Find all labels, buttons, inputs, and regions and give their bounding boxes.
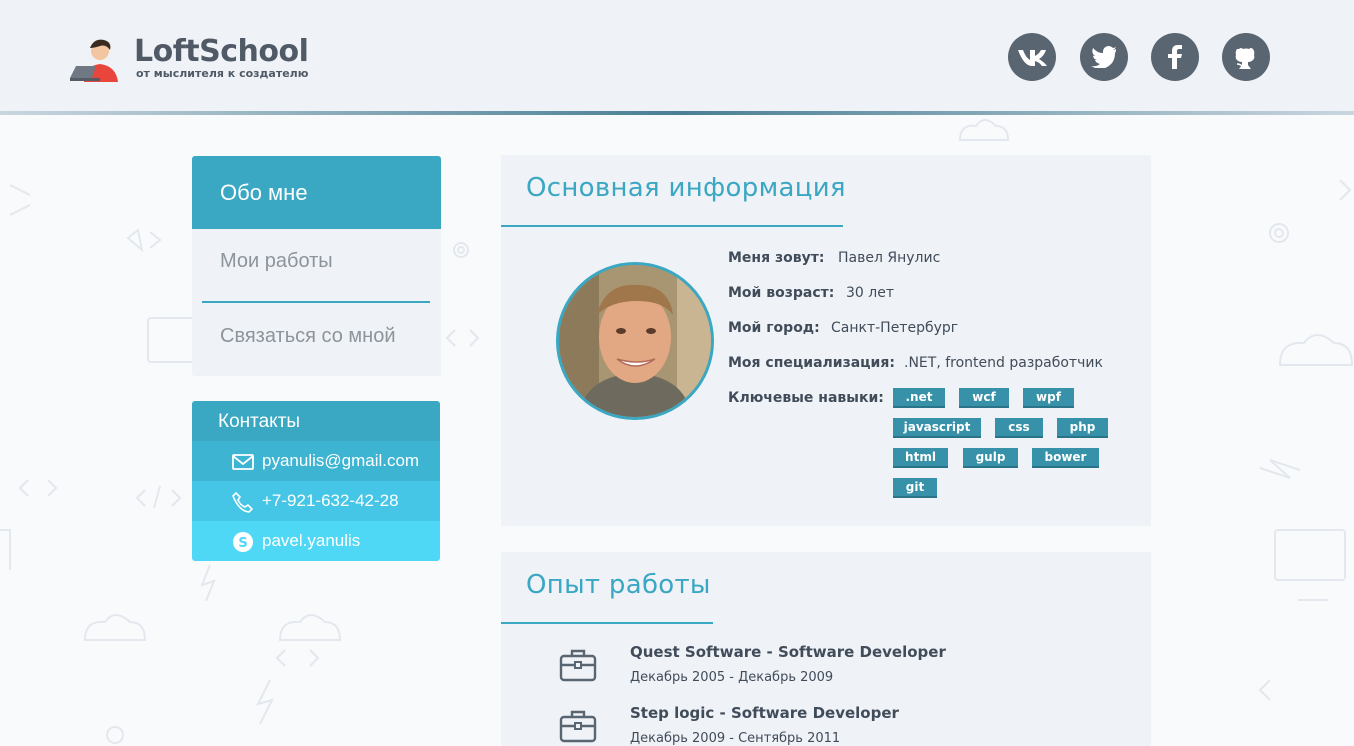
- job-dates: Декабрь 2005 - Декабрь 2009: [630, 670, 834, 685]
- specialization-value: .NET, frontend разработчик: [904, 355, 1103, 371]
- mail-icon: [232, 454, 254, 470]
- github-icon: [1235, 48, 1255, 69]
- job-dates: Декабрь 2009 - Сентябрь 2011: [630, 731, 841, 746]
- experience-title: Опыт работы: [526, 570, 711, 600]
- skill-tag: git: [893, 478, 937, 498]
- experience-underline: [501, 622, 713, 624]
- job-title: Step logic - Software Developer: [630, 704, 899, 722]
- contact-email[interactable]: pyanulis@gmail.com: [192, 441, 440, 481]
- phone-icon: [232, 491, 254, 513]
- briefcase-icon: [559, 649, 597, 682]
- nav-item-contact[interactable]: Связаться со мной: [192, 300, 441, 373]
- age-value: 30 лет: [846, 285, 894, 301]
- header-divider: [0, 111, 1354, 115]
- logo[interactable]: LoftSchool от мыслителя к создателю: [70, 34, 330, 84]
- nav-item-works[interactable]: Мои работы: [192, 225, 441, 298]
- facebook-link[interactable]: [1151, 33, 1199, 81]
- skype-icon: S: [233, 532, 253, 552]
- experience-card: Опыт работы Quest Software - Software De…: [501, 552, 1151, 746]
- name-value: Павел Янулис: [838, 250, 941, 266]
- basic-info-card: Основная информация Меня зовут: Павел Ян…: [501, 155, 1151, 526]
- skill-tag: php: [1057, 418, 1108, 438]
- specialization-label: Моя специализация:: [728, 355, 895, 371]
- skill-tag: wpf: [1023, 388, 1074, 408]
- logo-mascot-icon: [70, 39, 118, 82]
- basic-info-title: Основная информация: [526, 173, 846, 203]
- logo-subtitle: от мыслителя к создателю: [136, 67, 309, 80]
- contact-skype-text: pavel.yanulis: [262, 531, 361, 550]
- skill-tag: gulp: [963, 448, 1018, 468]
- sidebar-nav: Обо мне Мои работы Связаться со мной: [192, 156, 441, 376]
- facebook-icon: [1168, 45, 1182, 69]
- site-header: LoftSchool от мыслителя к создателю: [0, 0, 1354, 112]
- github-link[interactable]: [1222, 33, 1270, 81]
- city-label: Мой город:: [728, 320, 820, 336]
- contacts-title: Контакты: [192, 401, 440, 441]
- city-value: Санкт-Петербург: [831, 320, 959, 336]
- skill-tag: bower: [1032, 448, 1099, 468]
- contact-skype[interactable]: S pavel.yanulis: [192, 521, 440, 561]
- basic-info-underline: [501, 225, 843, 227]
- briefcase-icon: [559, 710, 597, 743]
- twitter-link[interactable]: [1080, 33, 1128, 81]
- skill-tag: .net: [893, 388, 945, 408]
- job-title: Quest Software - Software Developer: [630, 643, 946, 661]
- skill-tag: html: [893, 448, 948, 468]
- contact-phone[interactable]: +7-921-632-42-28: [192, 481, 440, 521]
- contact-phone-text: +7-921-632-42-28: [262, 491, 399, 510]
- skill-tag: javascript: [893, 418, 981, 438]
- name-label: Меня зовут:: [728, 250, 825, 266]
- avatar-photo: [559, 265, 711, 417]
- contacts-panel: Контакты pyanulis@gmail.com +7-921-632-4…: [192, 401, 440, 561]
- nav-item-about[interactable]: Обо мне: [192, 156, 441, 229]
- vk-icon: [1018, 50, 1047, 66]
- logo-title: LoftSchool: [134, 34, 309, 69]
- avatar: [556, 262, 714, 420]
- age-label: Мой возраст:: [728, 285, 835, 301]
- svg-text:S: S: [238, 536, 247, 551]
- skills-label: Ключевые навыки:: [728, 390, 884, 406]
- skill-tag: css: [995, 418, 1043, 438]
- skill-tag: wcf: [959, 388, 1009, 408]
- contact-email-text: pyanulis@gmail.com: [262, 451, 420, 470]
- vk-link[interactable]: [1008, 33, 1056, 81]
- twitter-icon: [1091, 46, 1116, 68]
